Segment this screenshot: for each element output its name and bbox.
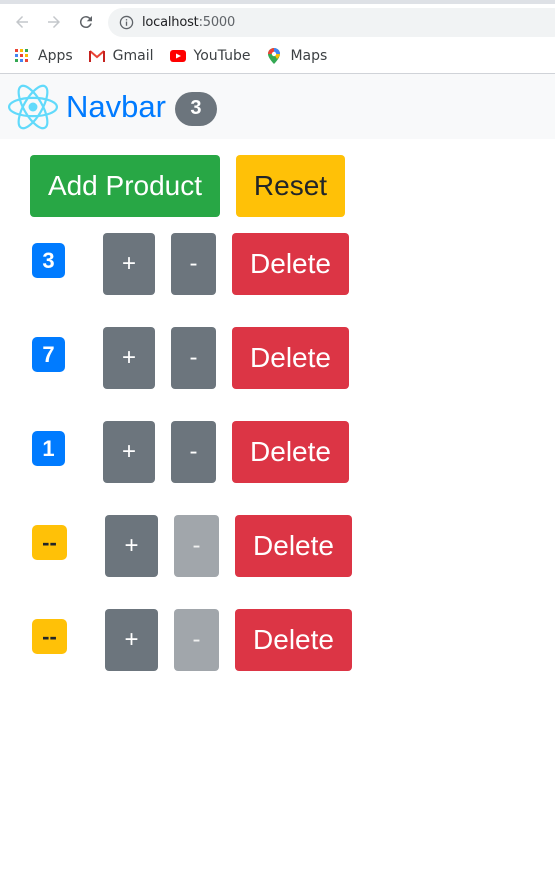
decrement-button[interactable]: - (171, 233, 216, 295)
maps-pin-icon (266, 48, 282, 64)
bookmark-gmail[interactable]: Gmail (88, 48, 154, 64)
counter-value-badge: -- (32, 525, 67, 560)
reload-icon[interactable] (76, 12, 96, 32)
decrement-button[interactable]: - (174, 515, 219, 577)
increment-button[interactable]: + (103, 421, 155, 483)
counter-value-badge: 1 (32, 431, 65, 466)
react-logo-icon (8, 84, 58, 129)
increment-button[interactable]: + (103, 327, 155, 389)
bookmarks-bar: Apps Gmail YouTube Maps (0, 39, 555, 74)
add-product-button[interactable]: Add Product (30, 155, 220, 217)
gmail-icon (88, 48, 105, 64)
bookmark-youtube[interactable]: YouTube (169, 48, 251, 64)
back-arrow-icon[interactable] (12, 12, 32, 32)
url-host: localhost (142, 15, 199, 30)
delete-button[interactable]: Delete (232, 327, 349, 389)
decrement-button[interactable]: - (171, 327, 216, 389)
bookmark-apps[interactable]: Apps (14, 48, 73, 64)
delete-button[interactable]: Delete (235, 609, 352, 671)
info-icon[interactable] (119, 15, 135, 31)
delete-button[interactable]: Delete (232, 233, 349, 295)
reset-button[interactable]: Reset (236, 155, 345, 217)
delete-button[interactable]: Delete (232, 421, 349, 483)
delete-button[interactable]: Delete (235, 515, 352, 577)
increment-button[interactable]: + (105, 515, 158, 577)
counter-value-badge: -- (32, 619, 67, 654)
counter-value-badge: 3 (32, 243, 65, 278)
increment-button[interactable]: + (105, 609, 158, 671)
decrement-button[interactable]: - (174, 609, 219, 671)
url-port: :5000 (198, 15, 236, 30)
counter-value-badge: 7 (32, 337, 65, 372)
forward-arrow-icon[interactable] (44, 12, 64, 32)
navbar: Navbar 3 (0, 74, 555, 139)
bookmark-maps[interactable]: Maps (266, 48, 327, 64)
youtube-icon (169, 48, 186, 64)
decrement-button[interactable]: - (171, 421, 216, 483)
navbar-brand[interactable]: Navbar (66, 89, 166, 125)
bookmark-label: Maps (290, 48, 328, 64)
bookmark-label: Apps (38, 48, 73, 64)
url-text: localhost:5000 (142, 15, 235, 30)
apps-grid-icon (14, 48, 30, 64)
total-count-badge: 3 (174, 91, 217, 126)
bookmark-label: Gmail (112, 48, 154, 64)
browser-toolbar: localhost:5000 (0, 4, 555, 39)
increment-button[interactable]: + (103, 233, 155, 295)
bookmark-label: YouTube (193, 48, 251, 64)
address-bar[interactable]: localhost:5000 (108, 8, 555, 37)
